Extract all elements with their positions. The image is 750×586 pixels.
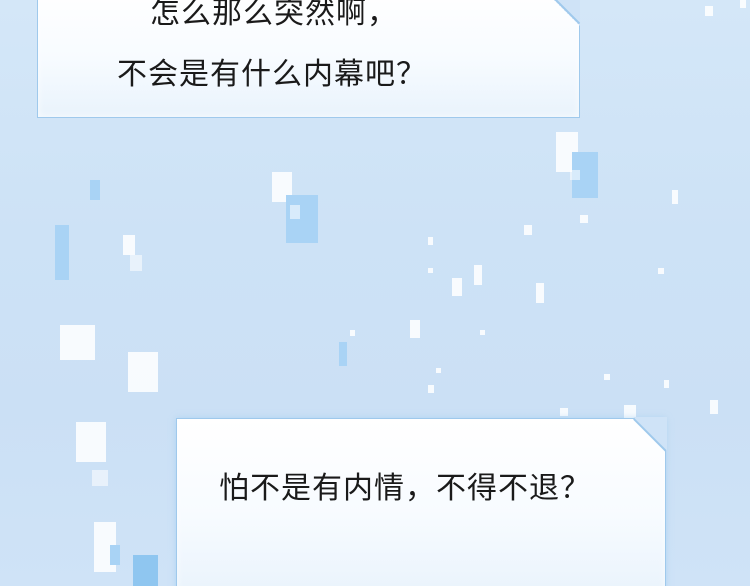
comic-panel: 怎么那么突然啊， 不会是有什么内幕吧？ 怕不是有内情，不得不退？ (0, 0, 750, 586)
bubble-bottom-line-1: 怕不是有内情，不得不退？ (219, 471, 591, 506)
bubble-top-line-2: 不会是有什么内幕吧？ (117, 57, 427, 92)
bubble-top-line-1: 怎么那么突然啊， (150, 0, 398, 31)
